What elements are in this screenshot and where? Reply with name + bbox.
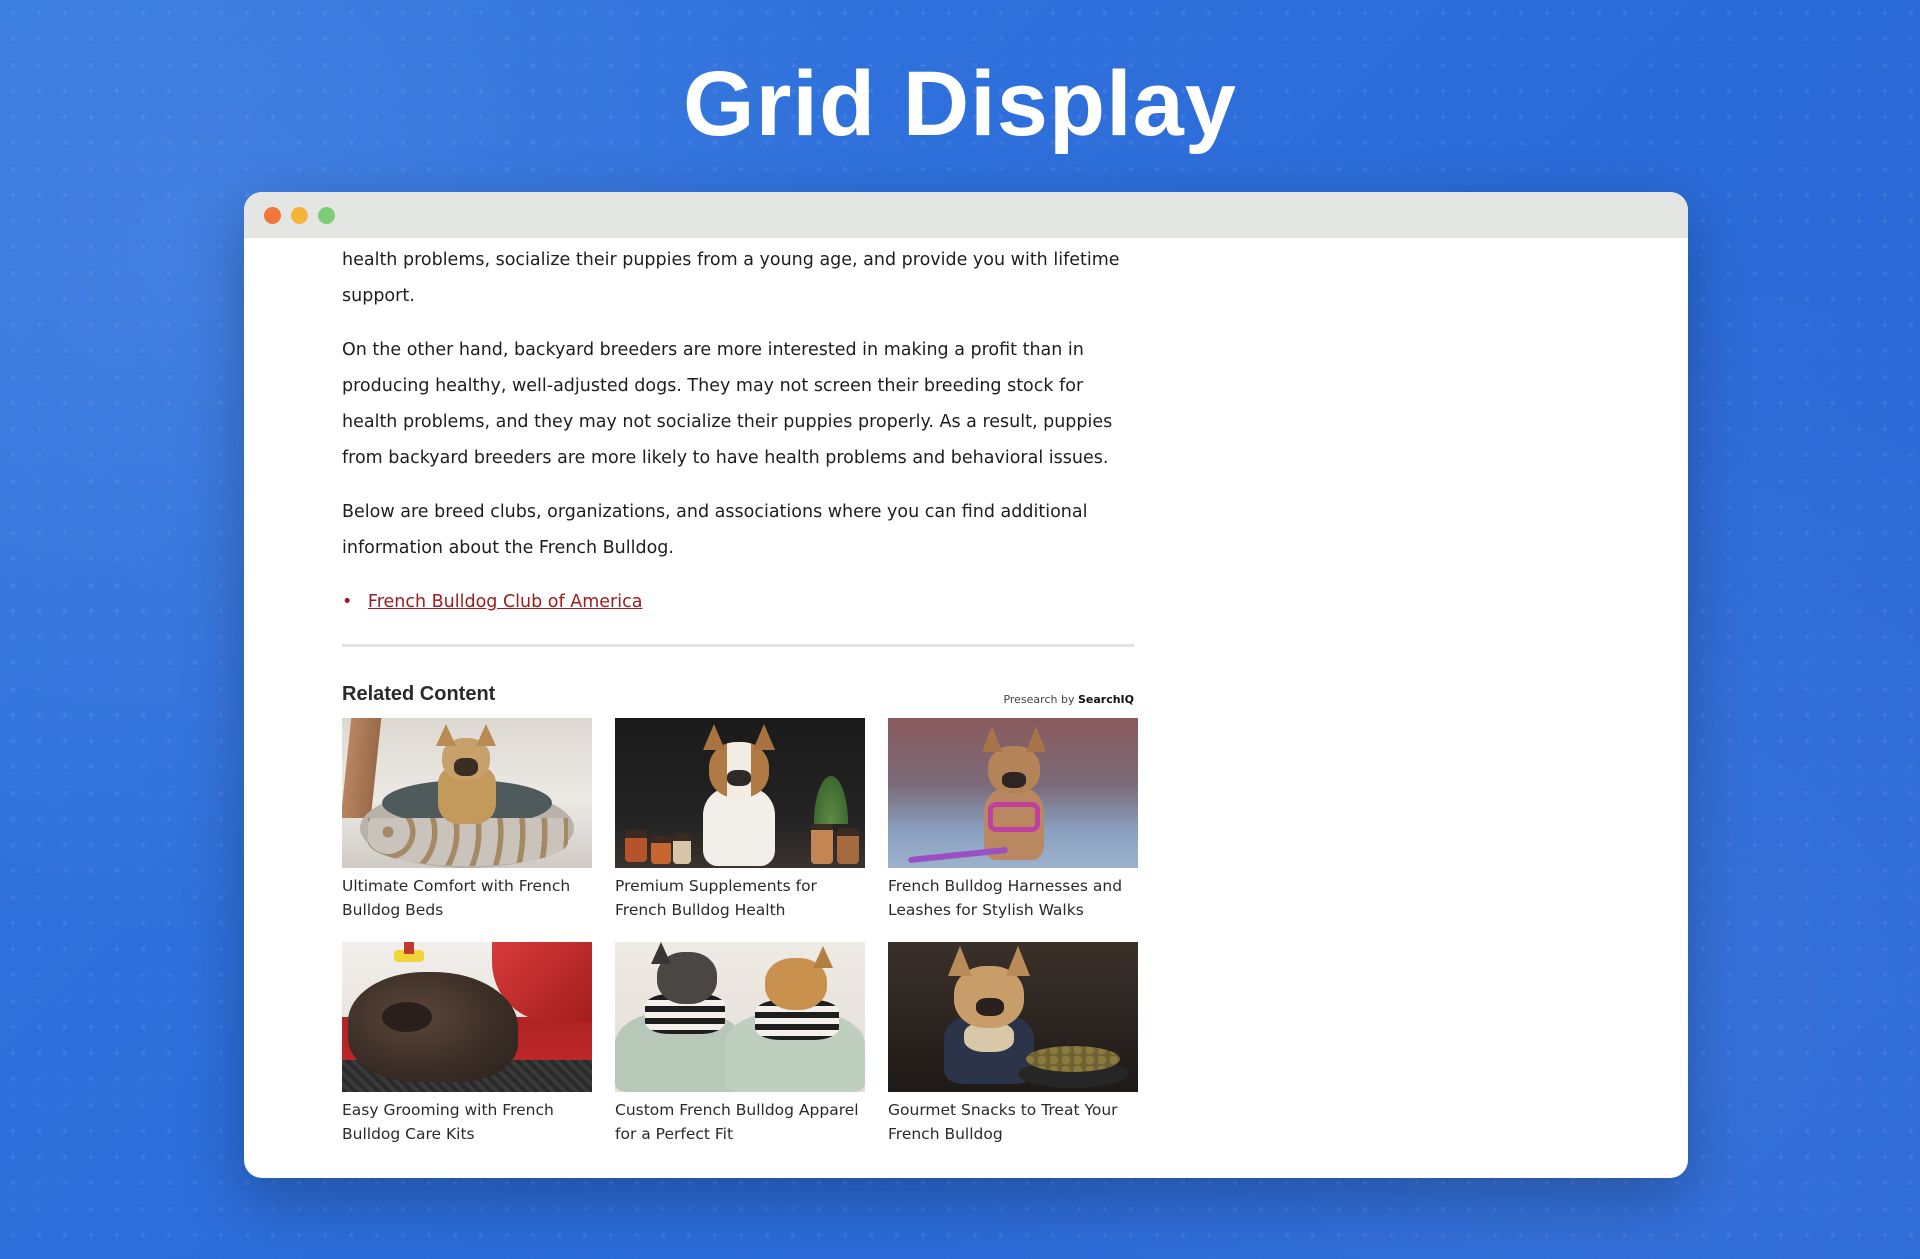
article-content: health problems, socialize their puppies… [342,238,1138,1146]
article-paragraph: Below are breed clubs, organizations, an… [342,502,1088,558]
related-card[interactable]: Easy Grooming with French Bulldog Care K… [342,942,592,1146]
dogs-in-sweaters-image[interactable] [615,942,865,1092]
resource-list-item: French Bulldog Club of America [342,584,1134,620]
related-card-title[interactable]: Easy Grooming with French Bulldog Care K… [342,1098,592,1146]
article-paragraph: health problems, socialize their puppies… [342,250,1120,306]
related-card[interactable]: Gourmet Snacks to Treat Your French Bull… [888,942,1138,1146]
searchiq-brand[interactable]: SearchIQ [1078,693,1134,706]
browser-window: health problems, socialize their puppies… [244,192,1688,1178]
dog-in-harness-image[interactable] [888,718,1138,868]
related-content-title: Related Content [342,683,496,705]
dog-being-brushed-image[interactable] [342,942,592,1092]
related-content-grid: Ultimate Comfort with French Bulldog Bed… [342,718,1138,1146]
related-card-title[interactable]: Premium Supplements for French Bulldog H… [615,874,865,922]
dog-with-food-bowl-image[interactable] [888,942,1138,1092]
minimize-window-dot[interactable] [291,206,308,224]
maximize-window-dot[interactable] [318,206,335,224]
article-paragraph: On the other hand, backyard breeders are… [342,340,1113,468]
page-title: Grid Display [683,53,1237,155]
related-card-title[interactable]: Gourmet Snacks to Treat Your French Bull… [888,1098,1138,1146]
window-titlebar [244,192,1688,238]
dog-with-supplements-image[interactable] [615,718,865,868]
close-window-dot[interactable] [264,206,281,224]
related-card[interactable]: French Bulldog Harnesses and Leashes for… [888,718,1138,922]
related-card[interactable]: Premium Supplements for French Bulldog H… [615,718,865,922]
powered-by-prefix: Presearch by [1003,693,1075,706]
related-card-title[interactable]: Custom French Bulldog Apparel for a Perf… [615,1098,865,1146]
related-card[interactable]: Ultimate Comfort with French Bulldog Bed… [342,718,592,922]
resource-link-list: French Bulldog Club of America [342,584,1134,620]
related-card-title[interactable]: Ultimate Comfort with French Bulldog Bed… [342,874,592,922]
related-card[interactable]: Custom French Bulldog Apparel for a Perf… [615,942,865,1146]
dog-in-bed-image[interactable] [342,718,592,868]
section-divider [342,644,1134,647]
related-content-header: Related Content Presearch by SearchIQ [342,683,1134,706]
related-card-title[interactable]: French Bulldog Harnesses and Leashes for… [888,874,1138,922]
powered-by-label: Presearch by SearchIQ [1003,693,1134,706]
french-bulldog-club-link[interactable]: French Bulldog Club of America [368,592,643,612]
